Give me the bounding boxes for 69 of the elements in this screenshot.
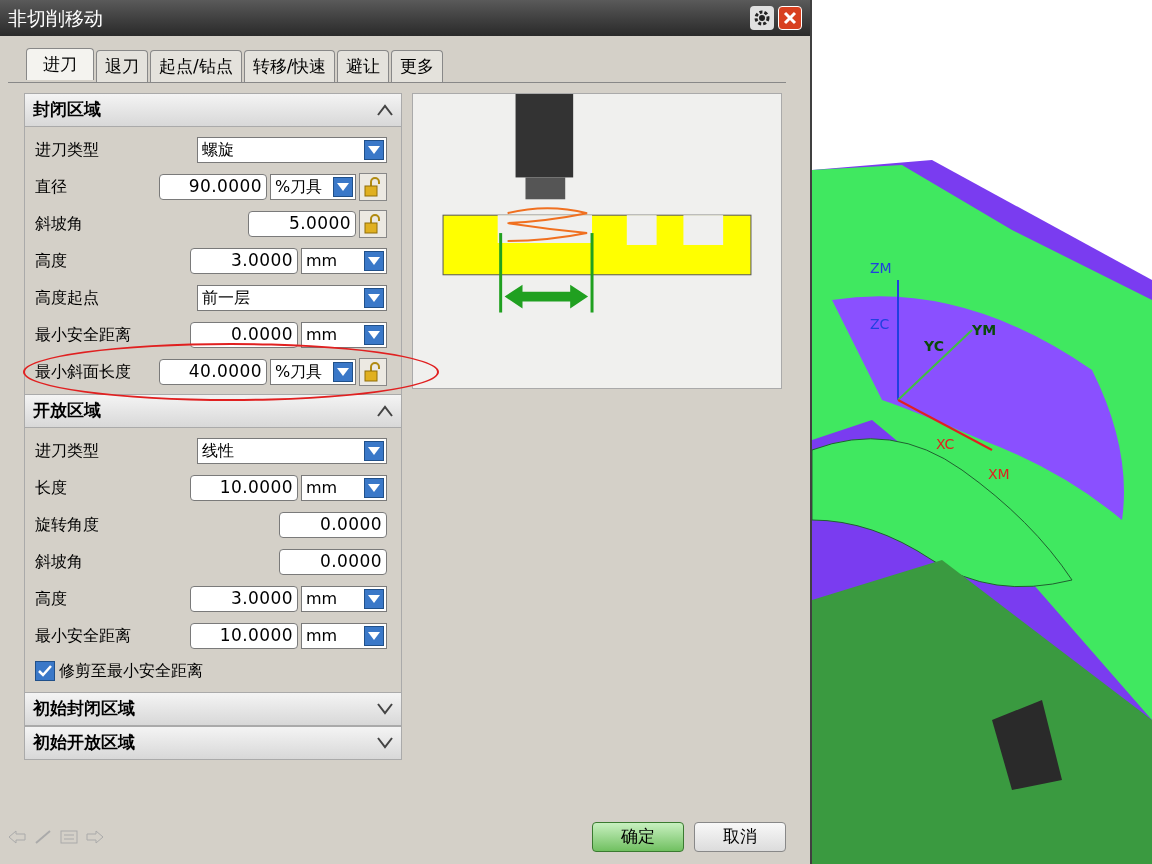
dialog-button[interactable]: 取消	[694, 822, 786, 852]
field-label: 旋转角度	[35, 513, 99, 536]
axis-label: YC	[924, 337, 944, 356]
field-label: 高度起点	[35, 286, 99, 309]
field-label: 直径	[35, 175, 67, 198]
settings-icon	[753, 9, 771, 27]
section-header[interactable]: 开放区域	[24, 394, 402, 428]
lock-button[interactable]	[359, 209, 387, 238]
unit-dropdown[interactable]: %刀具	[270, 358, 356, 385]
section-header[interactable]: 初始封闭区域	[24, 692, 402, 726]
padlock-icon	[364, 213, 382, 234]
number-field[interactable]: 40.0000	[159, 358, 267, 385]
field-label: 进刀类型	[35, 138, 99, 161]
section-title: 初始封闭区域	[33, 697, 135, 721]
section-header[interactable]: 初始开放区域	[24, 726, 402, 760]
tab[interactable]: 进刀	[26, 48, 94, 80]
axis-label: XM	[988, 465, 1010, 484]
number-field[interactable]: 3.0000	[190, 585, 298, 612]
axis-label: YM	[972, 321, 997, 340]
lock-button[interactable]	[359, 172, 387, 201]
number-field[interactable]: 0.0000	[279, 548, 387, 575]
padlock-icon	[364, 361, 382, 382]
unit-dropdown[interactable]: %刀具	[270, 173, 356, 200]
field-label: 进刀类型	[35, 439, 99, 462]
field-label: 最小安全距离	[35, 624, 131, 647]
field-label: 最小安全距离	[35, 323, 131, 346]
section-header[interactable]: 封闭区域	[24, 93, 402, 127]
number-field[interactable]: 5.0000	[248, 210, 356, 237]
close-icon	[783, 11, 797, 25]
type-dropdown[interactable]: 线性	[197, 437, 387, 464]
tab[interactable]: 起点/钻点	[150, 50, 242, 82]
field-label: 长度	[35, 476, 67, 499]
number-field[interactable]: 10.0000	[190, 622, 298, 649]
tab[interactable]: 更多	[391, 50, 444, 82]
field-label: 最小斜面长度	[35, 360, 131, 383]
section-title: 封闭区域	[33, 98, 101, 122]
type-dropdown[interactable]: 螺旋	[197, 136, 387, 163]
checkbox[interactable]	[35, 661, 55, 681]
number-field[interactable]: 0.0000	[190, 321, 298, 348]
unit-dropdown[interactable]: mm	[301, 321, 387, 348]
unit-dropdown[interactable]: mm	[301, 622, 387, 649]
number-field[interactable]: 3.0000	[190, 247, 298, 274]
tab[interactable]: 退刀	[96, 50, 148, 82]
section-title: 初始开放区域	[33, 731, 135, 755]
axis-label: XC	[936, 435, 955, 454]
field-label: 斜坡角	[35, 212, 83, 235]
number-field[interactable]: 10.0000	[190, 474, 298, 501]
section-title: 开放区域	[33, 399, 101, 423]
edit-icon[interactable]	[34, 830, 52, 844]
close-button[interactable]	[778, 6, 802, 30]
tab[interactable]: 避让	[337, 50, 390, 82]
unit-dropdown[interactable]: mm	[301, 474, 387, 501]
lock-button[interactable]	[359, 357, 387, 386]
dialog-button[interactable]: 确定	[592, 822, 684, 852]
number-field[interactable]: 90.0000	[159, 173, 267, 200]
settings-button[interactable]	[750, 6, 774, 30]
field-label: 修剪至最小安全距离	[59, 660, 203, 682]
field-label: 高度	[35, 249, 67, 272]
padlock-icon	[364, 176, 382, 197]
field-label: 斜坡角	[35, 550, 83, 573]
unit-dropdown[interactable]: mm	[301, 585, 387, 612]
window-title: 非切削移动	[8, 5, 103, 31]
field-label: 高度	[35, 587, 67, 610]
tab[interactable]: 转移/快速	[243, 50, 336, 82]
axis-label: ZM	[870, 259, 892, 278]
type-dropdown[interactable]: 前一层	[197, 284, 387, 311]
number-field[interactable]: 0.0000	[279, 511, 387, 538]
unit-dropdown[interactable]: mm	[301, 247, 387, 274]
axis-label: ZC	[870, 315, 890, 334]
